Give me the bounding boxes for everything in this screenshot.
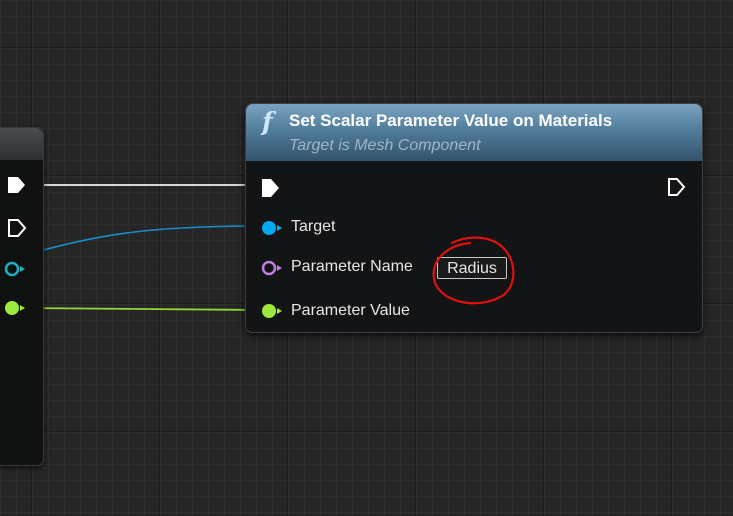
annotation-circle xyxy=(432,236,515,305)
graph-canvas[interactable]: f Set Scalar Parameter Value on Material… xyxy=(0,0,733,516)
